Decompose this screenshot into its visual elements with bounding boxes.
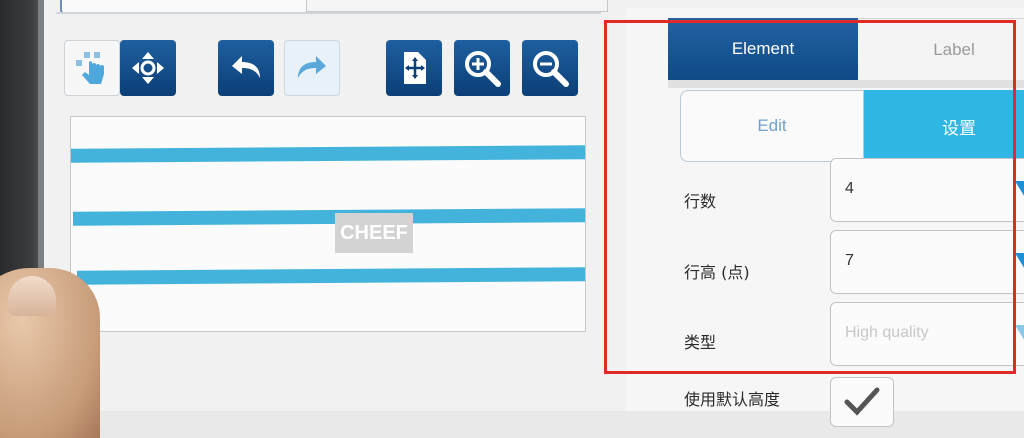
row-height-label: 行高 (点) — [684, 263, 750, 282]
default-height-checkbox[interactable] — [830, 377, 894, 427]
tab-element[interactable]: Element — [668, 18, 858, 80]
zoom-in-button[interactable] — [454, 40, 510, 96]
undo-icon — [232, 56, 260, 78]
zoom-out-icon — [533, 51, 569, 87]
undo-button[interactable] — [218, 40, 274, 96]
touch-select-icon — [76, 52, 104, 84]
dropdown-caret-icon — [1015, 325, 1024, 343]
editor-screen: CHEEF Element Label Edit 设置 行数 4 行高 (点) … — [44, 0, 1024, 427]
touch-select-button[interactable] — [64, 40, 120, 96]
dropdown-caret-icon — [1015, 253, 1024, 271]
row-count-label: 行数 — [684, 192, 717, 211]
zoom-out-button[interactable] — [522, 40, 578, 96]
type-label: 类型 — [684, 333, 717, 352]
fingernail-photo — [8, 276, 56, 316]
row-height-value: 7 — [845, 252, 854, 269]
row-height-dropdown[interactable]: 7 — [830, 230, 1024, 294]
checkmark-icon — [844, 387, 880, 416]
zoom-in-icon — [465, 51, 501, 87]
redo-button[interactable] — [284, 40, 340, 96]
properties-panel: Element Label Edit 设置 行数 4 行高 (点) 7 类型 H… — [626, 8, 1024, 427]
barcode-line-2 — [72, 208, 586, 226]
center-page-button[interactable] — [386, 40, 442, 96]
segment-edit[interactable]: Edit — [680, 90, 864, 162]
default-height-label: 使用默认高度 — [684, 390, 781, 409]
redo-icon — [298, 56, 326, 78]
page-center-icon — [404, 52, 426, 84]
row-count-value: 4 — [845, 180, 854, 197]
row-count-dropdown[interactable]: 4 — [830, 158, 1024, 222]
barcode-line-1 — [70, 145, 586, 163]
top-secondary-field[interactable] — [306, 0, 608, 12]
tab-underline — [668, 80, 1024, 88]
toolbar-separator — [56, 12, 601, 14]
label-canvas[interactable]: CHEEF — [70, 116, 586, 332]
move-arrows-icon — [132, 52, 164, 84]
segment-settings[interactable]: 设置 — [864, 90, 1024, 162]
type-dropdown[interactable]: High quality — [830, 302, 1024, 366]
type-value: High quality — [845, 324, 929, 341]
dropdown-caret-icon — [1015, 181, 1024, 199]
preview-text-label[interactable]: CHEEF — [335, 213, 413, 253]
barcode-line-3 — [76, 267, 586, 285]
tab-label[interactable]: Label — [858, 18, 1024, 81]
move-button[interactable] — [120, 40, 176, 96]
